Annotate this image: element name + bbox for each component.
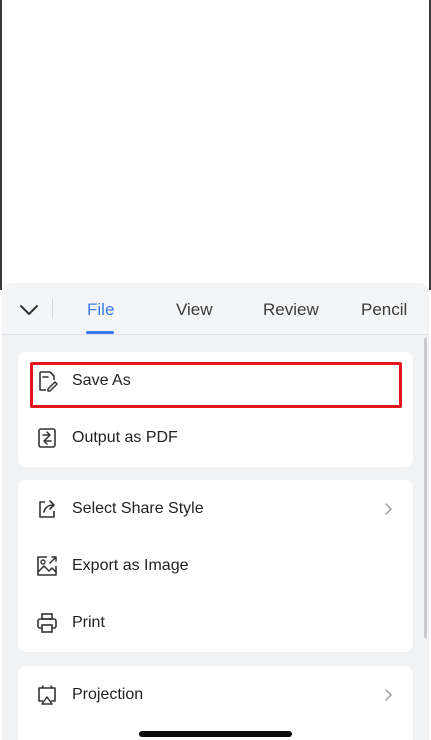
menu-item-select-share-style[interactable]: Select Share Style (18, 480, 413, 538)
tab-view[interactable]: View (176, 300, 213, 320)
output-pdf-icon (36, 427, 58, 449)
menu-item-label: Export as Image (72, 557, 189, 574)
share-icon (36, 498, 58, 520)
projection-icon (36, 684, 58, 706)
collapse-menu-button[interactable] (14, 297, 44, 323)
menu-item-export-image[interactable]: Export as Image (18, 537, 413, 595)
file-menu-sheet: File View Review Pencil Save As Output a… (2, 283, 429, 740)
menu-item-label: Select Share Style (72, 500, 204, 517)
chevron-down-icon (20, 305, 38, 315)
active-tab-indicator (86, 331, 114, 334)
menu-item-print[interactable]: Print (18, 594, 413, 652)
menu-item-label: Output as PDF (72, 429, 178, 446)
menu-item-label: Print (72, 614, 105, 631)
menu-item-output-pdf[interactable]: Output as PDF (18, 409, 413, 467)
menu-item-projection[interactable]: Projection (18, 666, 413, 724)
menu-item-label: Projection (72, 686, 144, 703)
home-indicator (139, 731, 292, 737)
menu-group-share-export: Select Share Style Export as Image Print (18, 480, 413, 652)
menu-group-projection: Projection (18, 666, 413, 740)
tab-review[interactable]: Review (263, 300, 319, 320)
tab-divider (52, 299, 53, 319)
chevron-right-icon (385, 503, 392, 515)
scrollbar[interactable] (424, 338, 427, 638)
tab-pencil[interactable]: Pencil (361, 300, 407, 320)
document-canvas[interactable] (0, 0, 431, 290)
save-as-highlight-box (30, 362, 402, 408)
menu-tab-bar: File View Review Pencil (2, 283, 429, 335)
chevron-right-icon (385, 689, 392, 701)
tab-file[interactable]: File (87, 300, 114, 320)
image-icon (36, 555, 58, 577)
print-icon (36, 612, 58, 634)
